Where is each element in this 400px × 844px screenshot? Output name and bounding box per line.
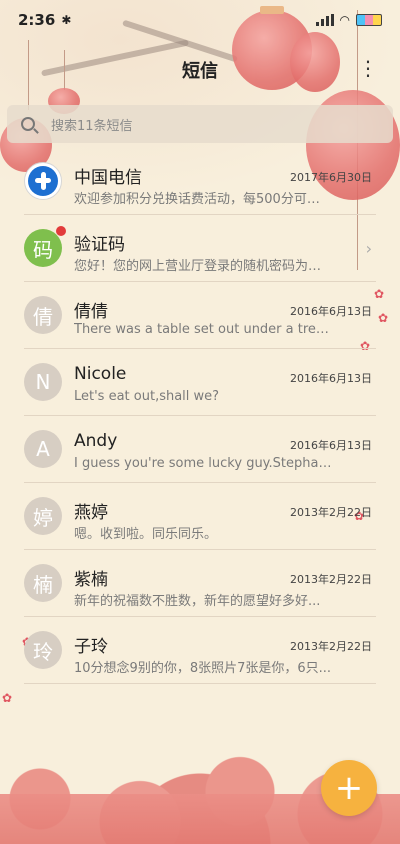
avatar: A xyxy=(24,430,62,468)
avatar: 倩 xyxy=(24,296,62,334)
divider xyxy=(24,683,376,684)
avatar: 玲 xyxy=(24,631,62,669)
avatar: N xyxy=(24,363,62,401)
china-telecom-logo-icon xyxy=(28,166,58,196)
search-icon xyxy=(21,117,35,131)
status-bar: 2:36 ✱ ◠ xyxy=(0,0,400,40)
more-vert-icon[interactable]: ⋮ xyxy=(358,58,378,78)
conversation-row[interactable]: 倩 倩倩 2016年6月13日 There was a table set ou… xyxy=(0,282,400,349)
contact-name: 倩倩 xyxy=(74,302,108,322)
avatar-text: 玲 xyxy=(33,639,53,664)
message-preview: I guess you're some lucky guy.Stephani..… xyxy=(74,456,332,471)
contact-name: 子玲 xyxy=(74,637,108,657)
contact-name: Nicole xyxy=(74,364,127,384)
chevron-right-icon: › xyxy=(365,239,372,258)
signal-icon xyxy=(315,14,334,26)
message-date: 2013年2月22日 xyxy=(290,640,372,653)
battery-icon xyxy=(356,14,382,26)
contact-name: 验证码 xyxy=(74,235,125,255)
message-date: 2013年2月22日 xyxy=(290,506,372,519)
message-preview: 您好！您的网上营业厅登录的随机密码为：... xyxy=(74,259,332,274)
search-bar[interactable]: 搜索11条短信 xyxy=(7,105,393,143)
avatar-text: 码 xyxy=(33,237,53,262)
message-preview: Let's eat out,shall we? xyxy=(74,389,220,404)
avatar-text: 楠 xyxy=(33,572,53,597)
message-preview: 欢迎参加积分兑换话费活动，每500分可兑... xyxy=(74,192,332,207)
avatar-text: 倩 xyxy=(33,304,53,329)
contact-name: 中国电信 xyxy=(74,168,142,188)
avatar-text: 婷 xyxy=(33,505,53,530)
avatar-text: A xyxy=(36,437,50,461)
avatar: 楠 xyxy=(24,564,62,602)
avatar xyxy=(24,162,62,200)
unread-badge xyxy=(56,226,66,236)
contact-name: Andy xyxy=(74,431,118,451)
conversation-row[interactable]: N Nicole 2016年6月13日 Let's eat out,shall … xyxy=(0,349,400,416)
page-title: 短信 xyxy=(182,61,218,82)
new-message-button[interactable]: + xyxy=(321,760,377,816)
search-placeholder: 搜索11条短信 xyxy=(51,118,133,134)
add-icon: + xyxy=(334,768,364,808)
message-date: 2013年2月22日 xyxy=(290,573,372,586)
conversation-list: 中国电信 2017年6月30日 欢迎参加积分兑换话费活动，每500分可兑... … xyxy=(0,148,400,684)
conversation-row[interactable]: 码 验证码 › 您好！您的网上营业厅登录的随机密码为：... xyxy=(0,215,400,282)
contact-name: 燕婷 xyxy=(74,503,108,523)
message-date: 2016年6月13日 xyxy=(290,305,372,318)
conversation-row[interactable]: 中国电信 2017年6月30日 欢迎参加积分兑换话费活动，每500分可兑... xyxy=(0,148,400,215)
message-preview: 10分想念9别的你，8张照片7张是你，6只... xyxy=(74,661,332,676)
wifi-icon: ◠ xyxy=(339,13,350,27)
message-preview: There was a table set out under a tree i… xyxy=(74,322,332,337)
conversation-row[interactable]: 玲 子玲 2013年2月22日 10分想念9别的你，8张照片7张是你，6只... xyxy=(0,617,400,684)
avatar: 婷 xyxy=(24,497,62,535)
conversation-row[interactable]: 楠 紫楠 2013年2月22日 新年的祝福数不胜数，新年的愿望好多好... xyxy=(0,550,400,617)
message-date: 2016年6月13日 xyxy=(290,439,372,452)
status-time: 2:36 xyxy=(18,11,56,29)
conversation-row[interactable]: A Andy 2016年6月13日 I guess you're some lu… xyxy=(0,416,400,483)
conversation-row[interactable]: 婷 燕婷 2013年2月22日 嗯。收到啦。同乐同乐。 xyxy=(0,483,400,550)
message-preview: 嗯。收到啦。同乐同乐。 xyxy=(74,527,218,542)
message-date: 2016年6月13日 xyxy=(290,372,372,385)
bluetooth-icon: ✱ xyxy=(61,13,72,27)
avatar-text: N xyxy=(35,370,51,394)
avatar: 码 xyxy=(24,226,66,267)
app-header: 短信 ⋮ xyxy=(0,52,400,88)
message-preview: 新年的祝福数不胜数，新年的愿望好多好... xyxy=(74,594,321,609)
contact-name: 紫楠 xyxy=(74,570,108,590)
message-date: 2017年6月30日 xyxy=(290,171,372,184)
